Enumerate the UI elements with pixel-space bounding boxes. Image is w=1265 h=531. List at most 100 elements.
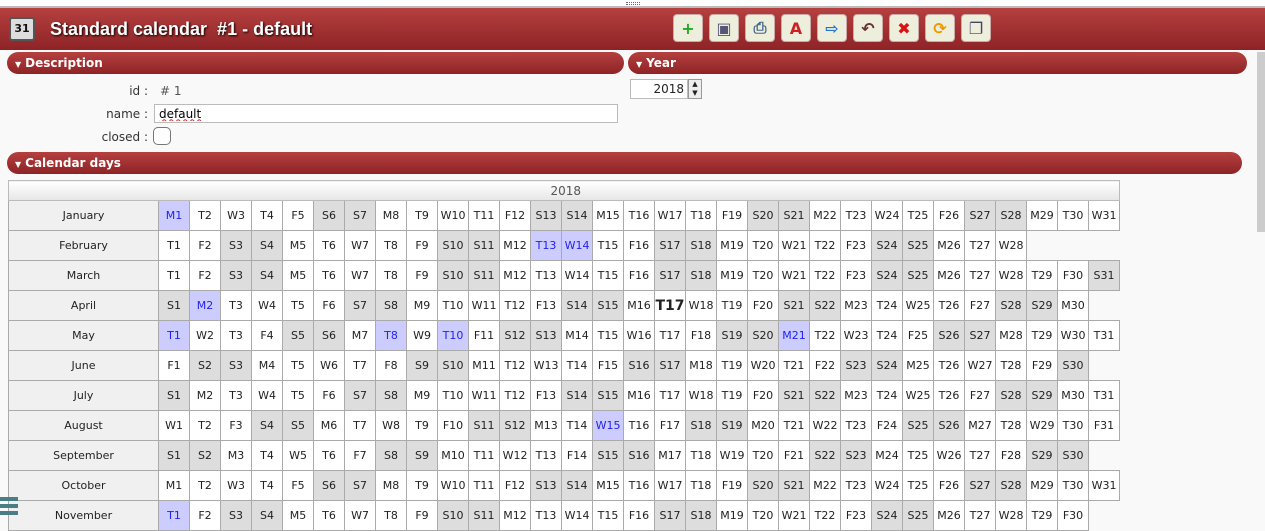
- day-cell[interactable]: F20: [747, 290, 779, 321]
- day-cell[interactable]: F2: [189, 260, 221, 291]
- day-cell[interactable]: S11: [468, 500, 500, 531]
- day-cell[interactable]: M4: [251, 350, 283, 381]
- day-cell[interactable]: T31: [1088, 320, 1120, 351]
- day-cell[interactable]: S19: [716, 320, 748, 351]
- day-cell[interactable]: S4: [251, 230, 283, 261]
- day-cell[interactable]: T15: [592, 320, 624, 351]
- day-cell[interactable]: M29: [1026, 470, 1058, 501]
- day-cell[interactable]: S21: [778, 200, 810, 231]
- day-cell[interactable]: F9: [406, 260, 438, 291]
- menu-icon[interactable]: [0, 497, 18, 519]
- day-cell[interactable]: M9: [406, 380, 438, 411]
- day-cell[interactable]: W17: [654, 470, 686, 501]
- day-cell[interactable]: M9: [406, 290, 438, 321]
- day-cell[interactable]: S7: [344, 470, 376, 501]
- day-cell[interactable]: F5: [282, 200, 314, 231]
- day-cell[interactable]: F22: [809, 350, 841, 381]
- day-cell[interactable]: T8: [375, 230, 407, 261]
- day-cell[interactable]: F1: [158, 350, 190, 381]
- day-cell[interactable]: M21: [778, 320, 810, 351]
- day-cell[interactable]: M2: [189, 290, 221, 321]
- day-cell[interactable]: S17: [654, 350, 686, 381]
- day-cell[interactable]: T12: [499, 380, 531, 411]
- day-cell[interactable]: S6: [313, 320, 345, 351]
- day-cell[interactable]: F13: [530, 380, 562, 411]
- day-cell[interactable]: W28: [995, 230, 1027, 261]
- day-cell[interactable]: W6: [313, 350, 345, 381]
- day-cell[interactable]: W20: [747, 350, 779, 381]
- day-cell[interactable]: T18: [685, 470, 717, 501]
- day-cell[interactable]: S7: [344, 380, 376, 411]
- day-cell[interactable]: T24: [871, 380, 903, 411]
- day-cell[interactable]: W23: [840, 320, 872, 351]
- day-cell[interactable]: F2: [189, 500, 221, 531]
- day-cell[interactable]: W14: [561, 260, 593, 291]
- day-cell[interactable]: F27: [964, 380, 996, 411]
- day-cell[interactable]: S8: [375, 290, 407, 321]
- day-cell[interactable]: S25: [902, 260, 934, 291]
- day-cell[interactable]: S2: [189, 440, 221, 471]
- day-cell[interactable]: M15: [592, 470, 624, 501]
- day-cell[interactable]: F29: [1026, 350, 1058, 381]
- day-cell[interactable]: F12: [499, 470, 531, 501]
- day-cell[interactable]: F13: [530, 290, 562, 321]
- day-cell[interactable]: T30: [1057, 470, 1089, 501]
- day-cell[interactable]: M14: [561, 320, 593, 351]
- day-cell[interactable]: T21: [778, 350, 810, 381]
- day-cell[interactable]: M12: [499, 260, 531, 291]
- day-cell[interactable]: T13: [530, 230, 562, 261]
- day-cell[interactable]: S6: [313, 470, 345, 501]
- day-cell[interactable]: T16: [623, 470, 655, 501]
- day-cell[interactable]: S14: [561, 200, 593, 231]
- day-cell[interactable]: F14: [561, 440, 593, 471]
- day-cell[interactable]: M8: [375, 200, 407, 231]
- day-cell[interactable]: W18: [685, 380, 717, 411]
- year-section-header[interactable]: ▼ Year: [628, 52, 1247, 74]
- day-cell[interactable]: S18: [685, 410, 717, 441]
- day-cell[interactable]: T8: [375, 260, 407, 291]
- day-cell[interactable]: M27: [964, 410, 996, 441]
- day-cell[interactable]: T27: [964, 260, 996, 291]
- day-cell[interactable]: T20: [747, 260, 779, 291]
- calendar-days-section-header[interactable]: ▼ Calendar days: [7, 152, 1242, 174]
- day-cell[interactable]: T20: [747, 440, 779, 471]
- day-cell[interactable]: S19: [716, 410, 748, 441]
- day-cell[interactable]: W2: [189, 320, 221, 351]
- day-cell[interactable]: T24: [871, 290, 903, 321]
- day-cell[interactable]: F9: [406, 230, 438, 261]
- day-cell[interactable]: F11: [468, 320, 500, 351]
- day-cell[interactable]: M3: [220, 440, 252, 471]
- day-cell[interactable]: T5: [282, 290, 314, 321]
- day-cell[interactable]: S27: [964, 470, 996, 501]
- day-cell[interactable]: S22: [809, 380, 841, 411]
- day-cell[interactable]: S29: [1026, 380, 1058, 411]
- day-cell[interactable]: W17: [654, 200, 686, 231]
- day-cell[interactable]: T18: [685, 440, 717, 471]
- day-cell[interactable]: F23: [840, 500, 872, 531]
- day-cell[interactable]: T15: [592, 230, 624, 261]
- day-cell[interactable]: F24: [871, 410, 903, 441]
- day-cell[interactable]: S1: [158, 290, 190, 321]
- day-cell[interactable]: M25: [902, 350, 934, 381]
- day-cell[interactable]: T17: [654, 320, 686, 351]
- day-cell[interactable]: T24: [871, 320, 903, 351]
- day-cell[interactable]: S5: [282, 410, 314, 441]
- print-button[interactable]: ⎙: [745, 14, 775, 42]
- day-cell[interactable]: S23: [840, 440, 872, 471]
- day-cell[interactable]: F16: [623, 500, 655, 531]
- day-cell[interactable]: W11: [468, 290, 500, 321]
- day-cell[interactable]: T7: [344, 350, 376, 381]
- day-cell[interactable]: W31: [1088, 200, 1120, 231]
- day-cell[interactable]: M1: [158, 470, 190, 501]
- resize-grip[interactable]: [626, 2, 640, 5]
- day-cell[interactable]: S14: [561, 380, 593, 411]
- day-cell[interactable]: W3: [220, 470, 252, 501]
- delete-button[interactable]: ✖: [889, 14, 919, 42]
- day-cell[interactable]: F31: [1088, 410, 1120, 441]
- day-cell[interactable]: T13: [530, 440, 562, 471]
- day-cell[interactable]: T12: [499, 350, 531, 381]
- day-cell[interactable]: T2: [189, 410, 221, 441]
- day-cell[interactable]: W22: [809, 410, 841, 441]
- day-cell[interactable]: F6: [313, 380, 345, 411]
- day-cell[interactable]: S1: [158, 380, 190, 411]
